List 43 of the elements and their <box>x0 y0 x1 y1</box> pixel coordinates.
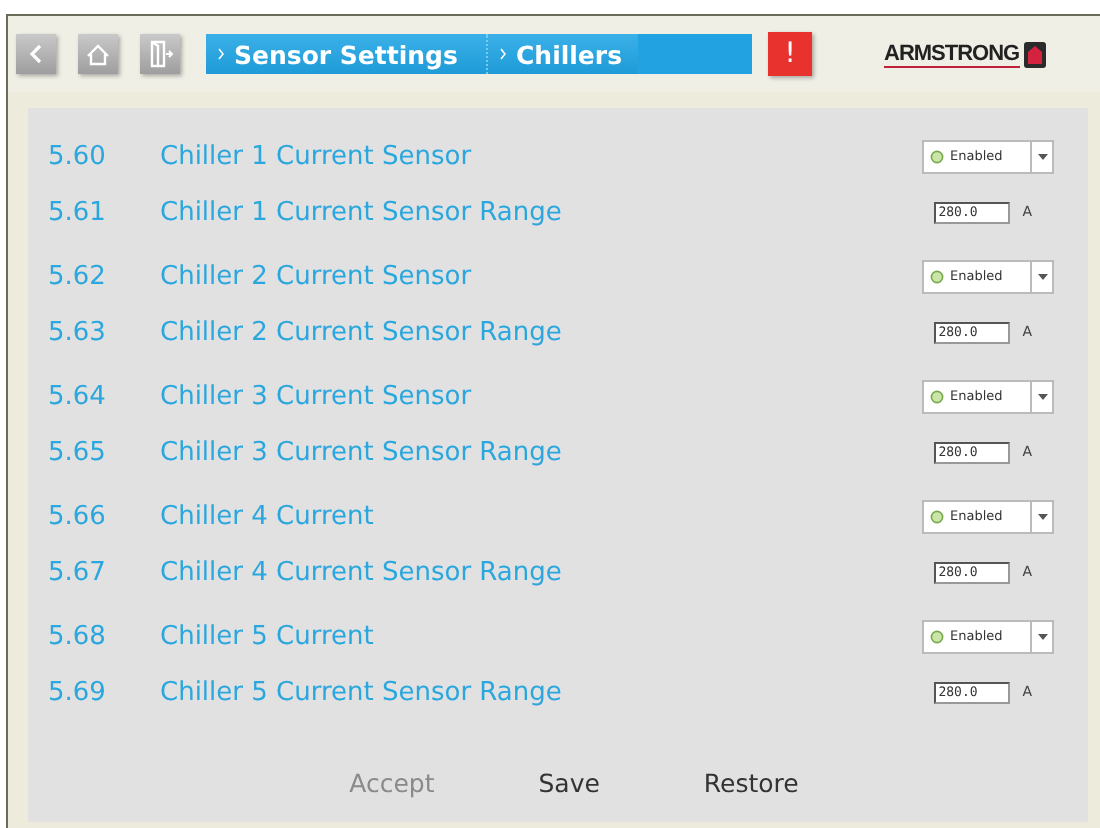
back-button[interactable] <box>16 34 56 74</box>
setting-number: 5.67 <box>48 557 108 587</box>
chevron-icon <box>500 48 506 60</box>
status-circle-icon <box>930 269 944 283</box>
setting-label: Chiller 1 Current Sensor Range <box>160 197 564 227</box>
logo-text: ARMSTRONG <box>884 41 1020 67</box>
caret-icon <box>1037 153 1047 159</box>
action-button[interactable]: Save <box>486 768 652 798</box>
status-circle-icon <box>930 629 944 643</box>
caret-icon <box>1037 393 1047 399</box>
action-button[interactable]: Restore <box>651 768 851 798</box>
setting-number: 5.65 <box>48 437 108 467</box>
setting-label: Chiller 5 Current Sensor Range <box>160 677 564 707</box>
setting-label: Chiller 3 Current Sensor <box>160 381 474 411</box>
setting-number: 5.69 <box>48 677 108 707</box>
alert-button[interactable]: ! <box>768 32 812 76</box>
setting-number: 5.66 <box>48 501 108 531</box>
status-circle-icon <box>930 149 944 163</box>
exit-door-icon <box>147 40 173 68</box>
setting-label: Chiller 4 Current Sensor Range <box>160 557 564 587</box>
setting-number: 5.64 <box>48 381 108 411</box>
setting-label: Chiller 3 Current Sensor Range <box>160 437 564 467</box>
setting-label: Chiller 2 Current Sensor Range <box>160 317 564 347</box>
status-circle-icon <box>930 389 944 403</box>
setting-number: 5.68 <box>48 621 108 651</box>
setting-number: 5.62 <box>48 261 108 291</box>
caret-icon <box>1037 633 1047 639</box>
setting-label: Chiller 1 Current Sensor <box>160 141 474 171</box>
caret-icon <box>1037 273 1047 279</box>
status-circle-icon <box>930 509 944 523</box>
exit-button[interactable] <box>140 34 180 74</box>
chevron-icon <box>218 48 224 60</box>
caret-icon <box>1037 513 1047 519</box>
logo-icon <box>1023 41 1046 67</box>
setting-number: 5.61 <box>48 197 108 227</box>
home-icon <box>86 43 110 65</box>
setting-label: Chiller 2 Current Sensor <box>160 261 474 291</box>
setting-number: 5.60 <box>48 141 108 171</box>
setting-label: Chiller 4 Current <box>160 501 376 531</box>
back-icon <box>28 44 44 64</box>
setting-label: Chiller 5 Current <box>160 621 376 651</box>
home-button[interactable] <box>78 34 118 74</box>
setting-number: 5.63 <box>48 317 108 347</box>
